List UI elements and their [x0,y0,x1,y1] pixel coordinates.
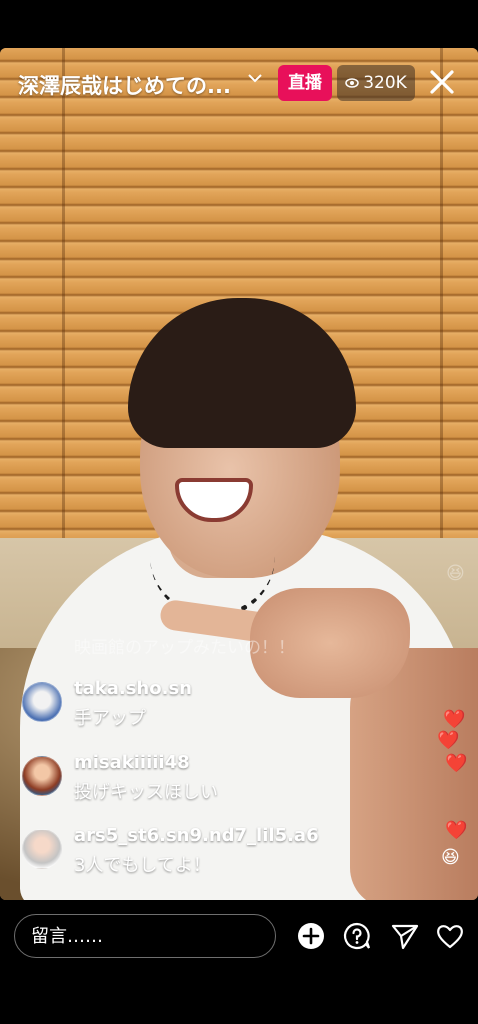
comment-username[interactable]: misakiiiii48 [74,752,190,773]
send-icon[interactable] [390,921,420,951]
bottom-bar [0,900,478,1024]
comment-username[interactable]: taka.sho.sn [74,678,192,699]
question-icon[interactable] [342,921,372,951]
avatar[interactable] [22,756,62,796]
stream-title[interactable]: 深澤辰哉はじめての... [18,70,231,100]
avatar[interactable] [22,829,62,869]
live-badge: 直播 [278,65,332,101]
laugh-reaction: 😆 [441,847,460,868]
heart-reaction: ❤️ [437,730,460,751]
avatar[interactable] [22,682,62,722]
viewer-count-badge[interactable]: 320K [337,65,415,101]
add-icon[interactable] [296,921,326,951]
comment-item[interactable]: taka.sho.sn 手アップ [22,678,382,742]
comment-text: 投げキッスほしい [74,782,218,803]
chevron-down-icon[interactable] [245,68,265,88]
viewer-count: 320K [363,73,407,93]
comment-input[interactable] [14,914,276,958]
laugh-reaction: 😆 [446,563,465,584]
comment-text: 手アップ [74,708,146,729]
comment-username[interactable]: ars5_st6.sn9.nd7_lil5.a6 [74,825,319,846]
eye-icon [345,78,359,88]
comment-text: 3人でもしてよ！ [74,855,211,876]
close-icon[interactable] [426,66,458,98]
comment-item[interactable]: ars5_st6.sn9.nd7_lil5.a6 3人でもしてよ！ [22,825,382,889]
heart-reaction: ❤️ [445,820,468,841]
fading-comment: 映画館のアップみたいの！！ [74,638,295,658]
heart-reaction: ❤️ [445,753,468,774]
live-header: 深澤辰哉はじめての... 直播 320K [0,62,478,104]
heart-icon[interactable] [435,921,465,951]
comment-item[interactable]: misakiiiii48 投げキッスほしい [22,752,382,816]
heart-reaction: ❤️ [443,709,466,730]
